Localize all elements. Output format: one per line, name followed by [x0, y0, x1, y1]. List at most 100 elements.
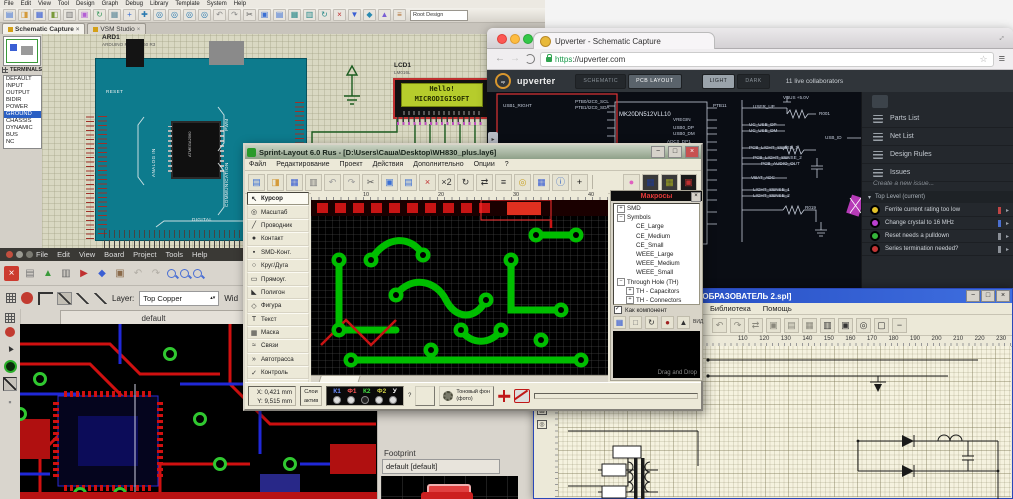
address-field[interactable]: https://upverter.com ☆	[540, 51, 994, 67]
layer-chip[interactable]: Ф1	[347, 388, 356, 395]
clipboard-icon[interactable]: ▣	[838, 317, 853, 333]
layer-radio[interactable]	[375, 395, 383, 404]
tree-expand-icon[interactable]: +	[617, 204, 625, 213]
library-icon[interactable]: ◆	[95, 266, 109, 280]
rotate-icon[interactable]: ↻	[457, 173, 474, 191]
menu-item[interactable]: View	[79, 250, 95, 259]
macro-tree-item[interactable]: + SMD	[614, 204, 699, 213]
print-icon[interactable]: ▥	[59, 266, 73, 280]
close-icon[interactable]: ×	[691, 192, 701, 202]
flip-h-icon[interactable]: ⇄	[748, 317, 763, 333]
theme-dark[interactable]: DARK	[737, 73, 770, 89]
zoom-out-icon[interactable]: −	[892, 317, 907, 333]
menu-item[interactable]: Graph	[102, 1, 119, 7]
save-icon[interactable]: ▦	[286, 173, 303, 191]
image-icon[interactable]: ▣	[113, 266, 127, 280]
issue-row[interactable]: Series termination needed? ▸	[862, 243, 1013, 256]
tree-expand-icon[interactable]: −	[617, 213, 625, 222]
tool-circle-arc[interactable]: ○ Круг/Дуга	[247, 258, 309, 273]
design-selector[interactable]: Root Design	[410, 9, 468, 21]
macro-record-icon[interactable]: ●	[661, 315, 674, 329]
tool-smd-pad[interactable]: ▪ SMD-Конт.	[247, 245, 309, 259]
corner-style-icon[interactable]	[38, 291, 53, 305]
record-icon[interactable]	[5, 327, 15, 337]
macro-tree-item[interactable]: WEEE_Medium	[614, 259, 699, 268]
zoom-area-icon[interactable]: ◎	[198, 9, 211, 21]
tool-shape[interactable]: ◇ Фигура	[247, 299, 309, 313]
decompose-icon[interactable]: ≡	[393, 9, 406, 21]
back-icon[interactable]: ←	[495, 54, 505, 64]
sidebar-net-list[interactable]: Net List	[862, 128, 1013, 146]
tree-expand-icon[interactable]: +	[626, 287, 634, 296]
macro-save-icon[interactable]: ▦	[613, 315, 626, 329]
copy-icon[interactable]: ▣	[258, 9, 271, 21]
pan-icon[interactable]: ✚	[138, 9, 151, 21]
tree-expand-icon[interactable]: +	[626, 296, 634, 304]
tool-connections[interactable]: ≈ Связи	[247, 339, 309, 353]
zoom-in-icon[interactable]: ◎	[153, 9, 166, 21]
group-icon[interactable]: ▣	[766, 317, 781, 333]
terminal-item[interactable]: CHASSIS	[4, 118, 41, 125]
close-button[interactable]	[497, 34, 507, 44]
minimize-button[interactable]: −	[966, 290, 980, 302]
macro-tree-item[interactable]: + TH - Capacitors	[614, 287, 699, 296]
issue-row[interactable]: Ferrite current rating too low ▸	[862, 204, 1013, 217]
maximize-button[interactable]	[26, 251, 33, 258]
close-button[interactable]: ×	[996, 290, 1010, 302]
undo-icon[interactable]: ↶	[131, 266, 145, 280]
tool-rectangle[interactable]: ▭ Прямоуг.	[247, 272, 309, 286]
tool-track[interactable]: ╱ Проводник	[247, 218, 309, 233]
fullscreen-icon[interactable]: ↔	[994, 30, 1007, 43]
menu-item[interactable]: ?	[505, 161, 509, 168]
layer-select[interactable]: Top Copper ▴▾	[139, 290, 220, 306]
undo-icon[interactable]: ↶	[213, 9, 226, 21]
close-button[interactable]: ×	[685, 146, 699, 158]
menu-item[interactable]: Библиотека	[710, 304, 751, 313]
tool-mask[interactable]: ▦ Маска	[247, 325, 309, 340]
delete-icon[interactable]: ×	[419, 173, 436, 191]
route-style-line-icon[interactable]	[94, 292, 107, 304]
undo-icon[interactable]: ↶	[324, 173, 341, 191]
photo-background-button[interactable]: Тоновый фон (фото)	[439, 386, 494, 406]
menu-item[interactable]: Debug	[125, 1, 143, 7]
collaborators-count[interactable]: 11 live collaborators	[786, 78, 843, 85]
layer-radio[interactable]	[333, 395, 341, 404]
terminal-item[interactable]: BUS	[4, 132, 41, 139]
search-icon[interactable]: ◎	[856, 317, 871, 333]
menu-item[interactable]: Edit	[21, 1, 31, 7]
menu-item[interactable]: Дополнительно	[413, 161, 463, 168]
layer-chip[interactable]: К2	[363, 388, 371, 395]
import-icon[interactable]: ◧	[48, 9, 61, 21]
layer-chip[interactable]: Ф2	[377, 388, 386, 395]
route-mode-button[interactable]	[415, 386, 436, 406]
grid-snap-icon[interactable]	[5, 313, 15, 323]
crosshair-icon[interactable]: +	[571, 173, 588, 191]
cut-icon[interactable]: ✂	[362, 173, 379, 191]
menu-item[interactable]: Tools	[166, 250, 184, 259]
menu-item[interactable]: Проект	[340, 161, 363, 168]
tab-close-icon[interactable]: ×	[76, 27, 80, 33]
block-rotate-icon[interactable]: ↻	[318, 9, 331, 21]
tool-zoom[interactable]: ◎ Масштаб	[247, 205, 309, 219]
menu-item[interactable]: Помощь	[763, 304, 792, 313]
tab-close-icon[interactable]: ×	[137, 27, 141, 33]
open-icon[interactable]: ◨	[267, 173, 284, 191]
layer-radio[interactable]	[347, 395, 355, 404]
footprint-select[interactable]: default [default]	[382, 459, 500, 474]
refresh-icon[interactable]	[525, 54, 535, 64]
panel-grid-icon[interactable]	[872, 95, 888, 108]
terminal-item[interactable]: OUTPUT	[4, 90, 41, 97]
minimize-button[interactable]: −	[651, 146, 665, 158]
zoom-fit-icon[interactable]	[193, 268, 202, 278]
menu-item[interactable]: Редактирование	[276, 161, 329, 168]
macro-tree-item[interactable]: WEEE_Small	[614, 268, 699, 277]
new-icon[interactable]: ▤	[3, 9, 16, 21]
zoom-in-icon[interactable]	[167, 268, 176, 278]
sprint-pcb-canvas[interactable]	[311, 199, 608, 375]
block-move-icon[interactable]: ▥	[303, 9, 316, 21]
cut-icon[interactable]: ✂	[243, 9, 256, 21]
minimize-button[interactable]	[510, 34, 520, 44]
crosshair-icon[interactable]	[498, 390, 510, 402]
sprint-titlebar[interactable]: Sprint-Layout 6.0 Rus - [D:\Users\Саша\D…	[245, 145, 701, 159]
paste-icon[interactable]: ▥	[820, 317, 835, 333]
